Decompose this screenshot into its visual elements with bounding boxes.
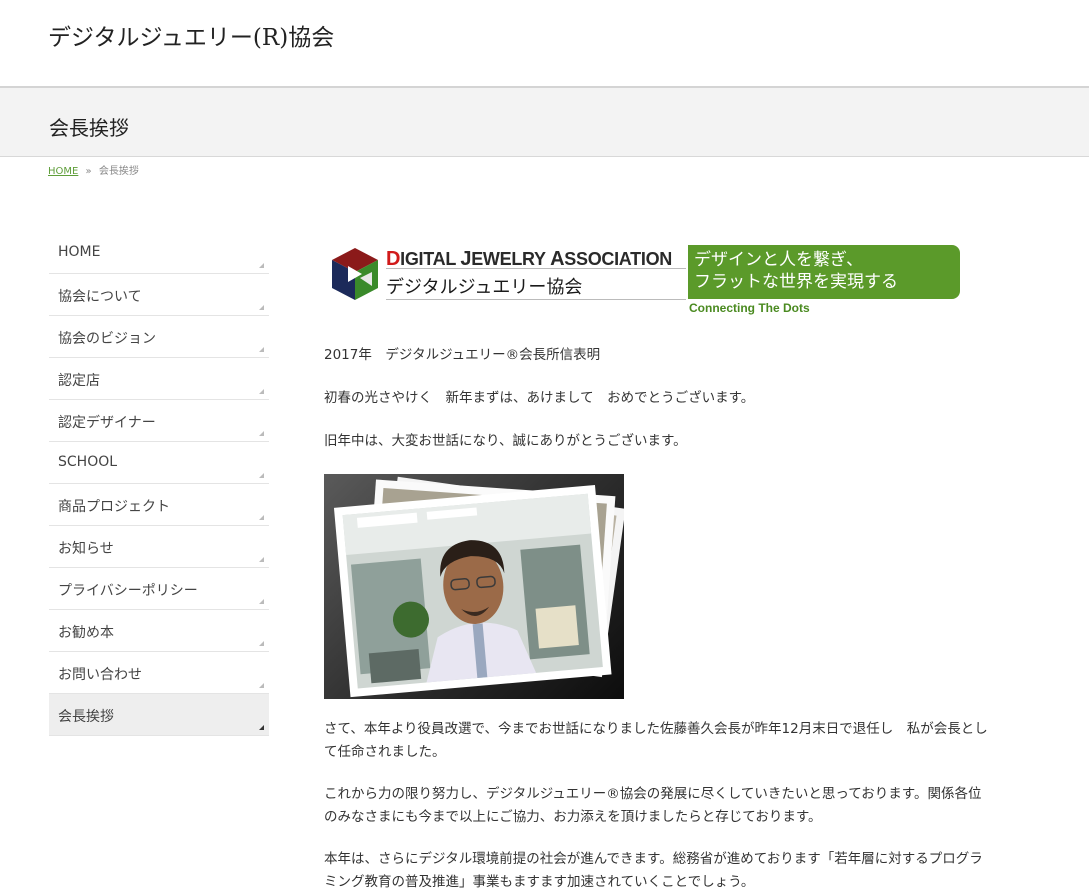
sidebar-item-label: HOME xyxy=(58,244,101,260)
cube-logo-icon xyxy=(332,248,378,300)
breadcrumb-current: 会長挨拶 xyxy=(98,166,139,177)
sidebar-item-label: SCHOOL xyxy=(58,454,118,470)
leadership-change-paragraph: さて、本年より役員改選で、今までお世話になりました佐藤善久会長が昨年12月末日で… xyxy=(324,721,988,760)
main-content: DIGITAL JEWELRY ASSOCIATION デジタルジュエリー協会 … xyxy=(324,240,988,890)
banner-name-part: EWELRY xyxy=(471,249,551,269)
corner-arrow-icon xyxy=(259,641,264,646)
corner-arrow-icon xyxy=(259,557,264,562)
banner-letter-j: J xyxy=(460,248,472,270)
thanks-paragraph: 旧年中は、大変お世話になり、誠にありがとうございます。 xyxy=(324,433,687,449)
banner-tagline: Connecting The Dots xyxy=(689,301,810,315)
site-header: デジタルジュエリー(R)協会 xyxy=(0,0,1089,86)
sidebar-item-recommended-books[interactable]: お勧め本 xyxy=(49,610,269,652)
digital-society-paragraph: 本年は、さらにデジタル環境前提の社会が進んできます。総務省が進めております「若年… xyxy=(324,851,983,890)
sidebar-item-president-greeting[interactable]: 会長挨拶 xyxy=(49,694,269,736)
corner-arrow-icon xyxy=(259,389,264,394)
sidebar-item-vision[interactable]: 協会のビジョン xyxy=(49,316,269,358)
site-title-link[interactable]: デジタルジュエリー(R)協会 xyxy=(48,18,334,52)
sidebar-menu: HOME 協会について 協会のビジョン 認定店 認定デザイナー SCHOOL 商… xyxy=(49,232,269,736)
association-banner: DIGITAL JEWELRY ASSOCIATION デジタルジュエリー協会 … xyxy=(324,240,964,326)
effort-paragraph: これから力の限り努力し、デジタルジュエリー®協会の発展に尽くしていきたいと思って… xyxy=(324,786,982,825)
sidebar-item-news[interactable]: お知らせ xyxy=(49,526,269,568)
sidebar-item-certified-stores[interactable]: 認定店 xyxy=(49,358,269,400)
sidebar-item-contact[interactable]: お問い合わせ xyxy=(49,652,269,694)
photo-collage-image xyxy=(333,476,624,698)
sidebar-item-label: 商品プロジェクト xyxy=(58,499,170,515)
sidebar-item-privacy-policy[interactable]: プライバシーポリシー xyxy=(49,568,269,610)
banner-letter-d: D xyxy=(386,248,401,270)
sidebar-item-label: 会長挨拶 xyxy=(58,709,114,725)
banner-slogan-line: デザインと人を繋ぎ、 xyxy=(694,250,864,270)
corner-arrow-icon xyxy=(259,305,264,310)
sidebar-item-label: 認定店 xyxy=(58,373,100,389)
page-title-band: 会長挨拶 xyxy=(0,86,1089,157)
sidebar-item-label: プライバシーポリシー xyxy=(58,583,198,599)
corner-arrow-icon xyxy=(259,725,264,730)
sidebar-item-label: 協会について xyxy=(58,289,142,305)
breadcrumb-separator: » xyxy=(85,166,92,177)
sidebar-item-home[interactable]: HOME xyxy=(49,232,269,274)
banner-english-name: DIGITAL JEWELRY ASSOCIATION xyxy=(386,248,672,271)
banner-slogan-line: フラットな世界を実現する xyxy=(694,272,898,292)
banner-japanese-name: デジタルジュエリー協会 xyxy=(386,277,583,298)
corner-arrow-icon xyxy=(259,347,264,352)
sidebar-item-about[interactable]: 協会について xyxy=(49,274,269,316)
breadcrumb: HOME » 会長挨拶 xyxy=(48,162,139,177)
corner-arrow-icon xyxy=(259,515,264,520)
banner-name-part: SSOCIATION xyxy=(564,249,672,269)
sidebar-item-label: お知らせ xyxy=(58,541,114,557)
sidebar-item-label: 協会のビジョン xyxy=(58,331,156,347)
sidebar-item-label: お問い合わせ xyxy=(58,667,142,683)
sidebar-item-certified-designers[interactable]: 認定デザイナー xyxy=(49,400,269,442)
banner-letter-a: A xyxy=(550,248,565,270)
sidebar-item-school[interactable]: SCHOOL xyxy=(49,442,269,484)
breadcrumb-home-link[interactable]: HOME xyxy=(48,166,78,177)
page-title: 会長挨拶 xyxy=(49,116,129,140)
president-photo xyxy=(324,474,624,699)
corner-arrow-icon xyxy=(259,473,264,478)
corner-arrow-icon xyxy=(259,599,264,604)
year-statement: 2017年 デジタルジュエリー®会長所信表明 xyxy=(324,347,601,363)
corner-arrow-icon xyxy=(259,431,264,436)
sidebar-item-product-project[interactable]: 商品プロジェクト xyxy=(49,484,269,526)
banner-name-part: IGITAL xyxy=(400,249,461,269)
corner-arrow-icon xyxy=(259,683,264,688)
sidebar-item-label: お勧め本 xyxy=(58,625,114,641)
new-year-greeting: 初春の光さやけく 新年まずは、あけまして おめでとうございます。 xyxy=(324,390,755,406)
sidebar-item-label: 認定デザイナー xyxy=(58,415,156,431)
corner-arrow-icon xyxy=(259,263,264,268)
banner-slogan-box: デザインと人を繋ぎ、 フラットな世界を実現する xyxy=(688,245,960,299)
